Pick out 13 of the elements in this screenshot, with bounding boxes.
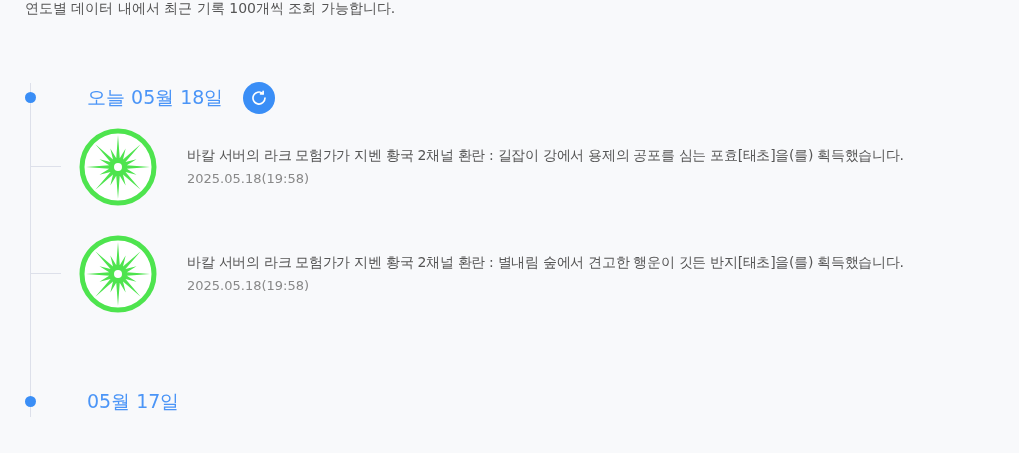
notice-text: 연도별 데이터 내에서 최근 기록 100개씩 조회 가능합니다. [25,0,397,16]
acquisition-message: 바칼 서버의 라크 모험가가 지벤 황국 2채널 환란 : 별내림 숲에서 견고한 행운이 깃든 반지[태초]을(를) 획득했습니다. [187,254,904,272]
date-heading: 05월 17일 [87,389,180,414]
starburst-emblem-icon [79,234,157,313]
date-heading: 오늘 05월 18일 [87,85,224,110]
refresh-button[interactable] [243,82,276,114]
timeline-dot [25,396,36,407]
timestamp: 2025.05.18(19:58) [187,278,311,293]
timeline-dot [25,92,36,103]
timestamp: 2025.05.18(19:58) [187,171,311,186]
refresh-icon [250,89,269,107]
acquisition-message: 바칼 서버의 라크 모험가가 지벤 황국 2채널 환란 : 길잡이 강에서 용제의 공포를 심는 포효[태초]을(를) 획득했습니다. [187,147,904,165]
starburst-emblem-icon [79,127,157,206]
